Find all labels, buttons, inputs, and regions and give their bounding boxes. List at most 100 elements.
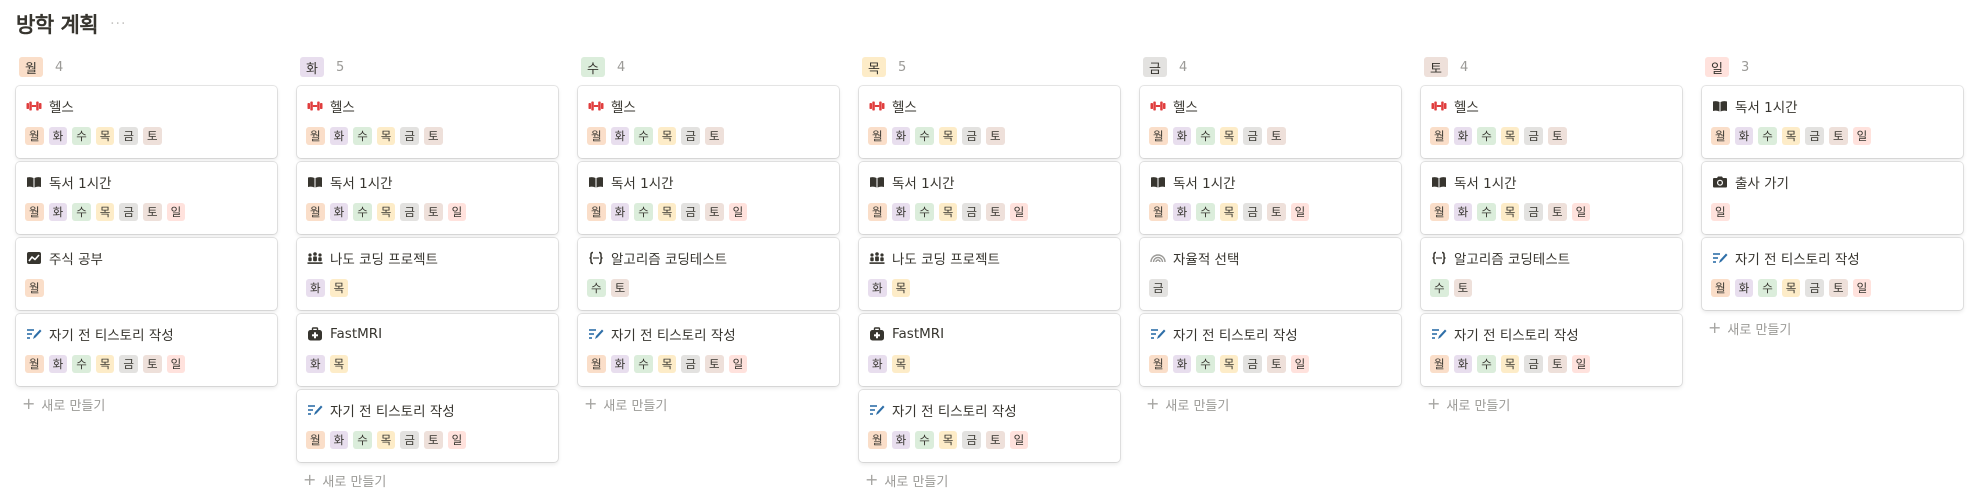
- new-card-button[interactable]: + 새로 만들기: [297, 466, 558, 494]
- day-tag: 목: [938, 127, 958, 145]
- card[interactable]: 독서 1시간 월 화 수 목 금 토 일: [16, 162, 277, 234]
- day-tag: 토: [142, 127, 162, 145]
- day-tag: 금: [1805, 127, 1824, 145]
- card[interactable]: FastMRI 화 목: [297, 314, 558, 386]
- plus-icon: +: [303, 470, 317, 489]
- card[interactable]: 헬스 월 화 수 목 금 토: [297, 86, 558, 158]
- column-header[interactable]: 월4: [16, 52, 277, 82]
- card[interactable]: FastMRI 화 목: [859, 314, 1120, 386]
- card[interactable]: 알고리즘 코딩테스트 수 토: [1421, 238, 1682, 310]
- new-card-button[interactable]: + 새로 만들기: [1140, 390, 1401, 418]
- day-tag: 일: [1571, 203, 1591, 221]
- day-tag: 금: [119, 203, 138, 221]
- day-tag: 목: [657, 127, 677, 145]
- card-title: 독서 1시간: [868, 172, 1111, 192]
- column-header[interactable]: 수4: [578, 52, 839, 82]
- card[interactable]: 헬스 월 화 수 목 금 토: [859, 86, 1120, 158]
- new-card-button[interactable]: + 새로 만들기: [859, 466, 1120, 494]
- day-tag: 화: [48, 355, 68, 373]
- day-tag: 목: [1781, 127, 1801, 145]
- card[interactable]: 헬스 월 화 수 목 금 토: [16, 86, 277, 158]
- card[interactable]: 자기 전 티스토리 작성 월 화 수 목 금 토 일: [1421, 314, 1682, 386]
- column-header[interactable]: 화5: [297, 52, 558, 82]
- page-title: 방학 계획: [16, 13, 99, 37]
- new-card-button[interactable]: + 새로 만들기: [578, 390, 839, 418]
- day-tag: 토: [704, 127, 724, 145]
- code-braces-icon: [1430, 249, 1448, 267]
- day-tag: 토: [423, 431, 443, 449]
- day-tag: 일: [1571, 355, 1591, 373]
- day-tag: 수: [634, 355, 653, 373]
- write-icon: [306, 401, 324, 419]
- card[interactable]: 자율적 선택 금: [1140, 238, 1401, 310]
- new-card-button[interactable]: + 새로 만들기: [1421, 390, 1682, 418]
- card[interactable]: 독서 1시간 월 화 수 목 금 토 일: [1421, 162, 1682, 234]
- card-title: 나도 코딩 프로젝트: [306, 248, 549, 268]
- card[interactable]: 헬스 월 화 수 목 금 토: [1140, 86, 1401, 158]
- more-options-icon[interactable]: ···: [110, 16, 126, 32]
- new-card-button[interactable]: + 새로 만들기: [16, 390, 277, 418]
- card[interactable]: 자기 전 티스토리 작성 월 화 수 목 금 토 일: [16, 314, 277, 386]
- day-tag: 금: [1243, 355, 1262, 373]
- card-title: 자기 전 티스토리 작성: [587, 324, 830, 344]
- day-tag: 금: [119, 355, 138, 373]
- card[interactable]: 주식 공부 월: [16, 238, 277, 310]
- plus-icon: +: [1708, 318, 1722, 337]
- card-title-text: 알고리즘 코딩테스트: [611, 252, 728, 268]
- day-tag: 목: [891, 355, 911, 373]
- card[interactable]: 독서 1시간 월 화 수 목 금 토 일: [1702, 86, 1963, 158]
- column-header[interactable]: 금4: [1140, 52, 1401, 82]
- day-tag: 수: [1196, 203, 1215, 221]
- card[interactable]: 출사 가기 일: [1702, 162, 1963, 234]
- card[interactable]: 자기 전 티스토리 작성 월 화 수 목 금 토 일: [297, 390, 558, 462]
- new-card-label: 새로 만들기: [1446, 398, 1511, 414]
- column-count: 3: [1740, 59, 1750, 75]
- card[interactable]: 자기 전 티스토리 작성 월 화 수 목 금 토 일: [1140, 314, 1401, 386]
- card[interactable]: 독서 1시간 월 화 수 목 금 토 일: [578, 162, 839, 234]
- card-title-text: 독서 1시간: [49, 176, 112, 192]
- new-card-button[interactable]: + 새로 만들기: [1702, 314, 1963, 342]
- card-list: 헬스 월 화 수 목 금 토 독서 1시간 월 화 수 목 금 토 일 나도 코딩 프로젝트 화 목 FastMRI…: [297, 86, 558, 462]
- card[interactable]: 자기 전 티스토리 작성 월 화 수 목 금 토 일: [578, 314, 839, 386]
- people-icon: [868, 249, 886, 267]
- card-tags: 수토: [587, 279, 830, 297]
- day-tag: 수: [72, 203, 91, 221]
- book-icon: [587, 173, 605, 191]
- column-header[interactable]: 일3: [1702, 52, 1963, 82]
- page-header: 방학 계획 ···: [16, 8, 126, 40]
- card[interactable]: 나도 코딩 프로젝트 화 목: [297, 238, 558, 310]
- column-day-pill: 목: [862, 57, 886, 77]
- column-count: 4: [616, 59, 626, 75]
- card-title: 헬스: [25, 96, 268, 116]
- column-수: 수 4 헬스 월 화 수 목 금 토 독서 1시간 월 화 수 목 금 토 일 알고리즘 코딩테스트 수 토 자기 전 …: [578, 52, 839, 494]
- card[interactable]: 자기 전 티스토리 작성 월 화 수 목 금 토 일: [1702, 238, 1963, 310]
- card-list: 헬스 월 화 수 목 금 토 독서 1시간 월 화 수 목 금 토 일 알고리즘 코딩테스트 수 토 자기 전 티스…: [578, 86, 839, 386]
- card-tags: 화목: [306, 355, 549, 373]
- card[interactable]: 헬스 월 화 수 목 금 토: [578, 86, 839, 158]
- column-header[interactable]: 목5: [859, 52, 1120, 82]
- card-tags: 월화수목금토일: [25, 355, 268, 373]
- day-tag: 화: [610, 355, 630, 373]
- day-tag: 수: [634, 203, 653, 221]
- card-tags: 월화수목금토일: [1711, 127, 1954, 145]
- day-tag: 월: [25, 355, 44, 373]
- card[interactable]: 독서 1시간 월 화 수 목 금 토 일: [297, 162, 558, 234]
- day-tag: 월: [25, 127, 44, 145]
- card[interactable]: 헬스 월 화 수 목 금 토: [1421, 86, 1682, 158]
- column-count: 4: [54, 59, 64, 75]
- card[interactable]: 독서 1시간 월 화 수 목 금 토 일: [859, 162, 1120, 234]
- card[interactable]: 나도 코딩 프로젝트 화 목: [859, 238, 1120, 310]
- day-tag: 화: [1734, 127, 1754, 145]
- day-tag: 목: [1500, 203, 1520, 221]
- column-header[interactable]: 토4: [1421, 52, 1682, 82]
- card[interactable]: 알고리즘 코딩테스트수 토: [578, 238, 839, 310]
- card[interactable]: 독서 1시간 월 화 수 목 금 토 일: [1140, 162, 1401, 234]
- column-day-pill: 일: [1705, 57, 1729, 77]
- card-tags: 월화수목금토: [1149, 127, 1392, 145]
- day-tag: 토: [985, 127, 1005, 145]
- card-title-text: 자기 전 티스토리 작성: [1454, 328, 1579, 344]
- day-tag: 토: [704, 203, 724, 221]
- column-목: 목 5 헬스 월 화 수 목 금 토 독서 1시간 월 화 수 목 금 토 일 나도 코딩 프로젝트 화 목 FastM…: [859, 52, 1120, 494]
- day-tag: 금: [400, 431, 419, 449]
- card[interactable]: 자기 전 티스토리 작성 월 화 수 목 금 토 일: [859, 390, 1120, 462]
